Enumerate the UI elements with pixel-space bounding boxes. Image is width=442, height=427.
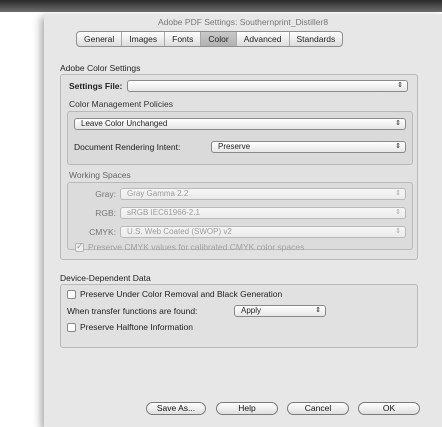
tab-standards[interactable]: Standards [290,32,343,46]
background-window-edge [0,0,442,12]
halftone-label: Preserve Halftone Information [80,322,193,332]
save-as-button[interactable]: Save As... [146,402,206,415]
ucr-checkbox[interactable] [67,290,76,299]
ucr-label: Preserve Under Color Removal and Black G… [80,289,283,299]
tab-fonts[interactable]: Fonts [165,32,202,46]
halftone-checkbox[interactable] [67,323,76,332]
policy-value: Leave Color Unchanged [81,119,168,128]
cmyk-label: CMYK: [89,227,116,237]
cmyk-value: U.S. Web Coated (SWOP) v2 [127,227,232,236]
gray-popup[interactable]: Gray Gamma 2.2 ⇕ [120,188,406,200]
tab-bar: General Images Fonts Color Advanced Stan… [76,31,344,47]
dialog-title: Adobe PDF Settings: Southernprint_Distil… [157,17,329,27]
ok-button[interactable]: OK [358,402,420,415]
popup-arrows-icon: ⇕ [395,190,401,197]
pdf-settings-dialog: Adobe PDF Settings: Southernprint_Distil… [44,14,442,427]
transfer-value: Apply [241,306,262,315]
rgb-value: sRGB IEC61966-2.1 [127,208,200,217]
policies-label: Color Management Policies [69,99,173,109]
tab-advanced[interactable]: Advanced [237,32,290,46]
preserve-cmyk-checkbox[interactable]: ✓ [75,241,84,252]
device-data-heading: Device-Dependent Data [60,273,151,283]
intent-value: Preserve [218,142,251,151]
policies-group: Leave Color Unchanged ⇕ Document Renderi… [67,111,413,165]
popup-arrows-icon: ⇕ [395,228,401,235]
popup-arrows-icon: ⇕ [395,120,401,127]
rgb-label: RGB: [95,208,116,218]
color-settings-heading: Adobe Color Settings [60,63,141,73]
cmyk-popup[interactable]: U.S. Web Coated (SWOP) v2 ⇕ [120,226,406,238]
policy-popup[interactable]: Leave Color Unchanged ⇕ [74,118,406,130]
cancel-button[interactable]: Cancel [287,402,349,415]
rgb-popup[interactable]: sRGB IEC61966-2.1 ⇕ [120,207,406,219]
settings-file-popup[interactable]: ⇕ [127,80,408,92]
checkmark-icon: ✓ [76,241,84,251]
preserve-cmyk-label: Preserve CMYK values for calibrated CMYK… [88,242,305,252]
popup-arrows-icon: ⇕ [315,307,321,314]
transfer-label: When transfer functions are found: [67,306,198,316]
gray-value: Gray Gamma 2.2 [127,189,189,198]
popup-arrows-icon: ⇕ [395,143,401,150]
device-data-group: Preserve Under Color Removal and Black G… [60,284,418,348]
working-spaces-label: Working Spaces [69,170,131,180]
popup-arrows-icon: ⇕ [397,82,403,89]
settings-file-label: Settings File: [69,81,123,91]
working-spaces-group: Gray: Gray Gamma 2.2 ⇕ RGB: sRGB IEC6196… [67,182,413,250]
transfer-popup[interactable]: Apply ⇕ [234,305,326,317]
intent-popup[interactable]: Preserve ⇕ [211,141,406,153]
popup-arrows-icon: ⇕ [395,209,401,216]
gray-label: Gray: [95,189,116,199]
tab-general[interactable]: General [77,32,123,46]
help-button[interactable]: Help [216,402,278,415]
tab-images[interactable]: Images [122,32,166,46]
color-settings-group: Settings File: ⇕ Color Management Polici… [60,74,418,260]
tab-color[interactable]: Color [201,32,237,46]
intent-label: Document Rendering Intent: [74,142,181,152]
